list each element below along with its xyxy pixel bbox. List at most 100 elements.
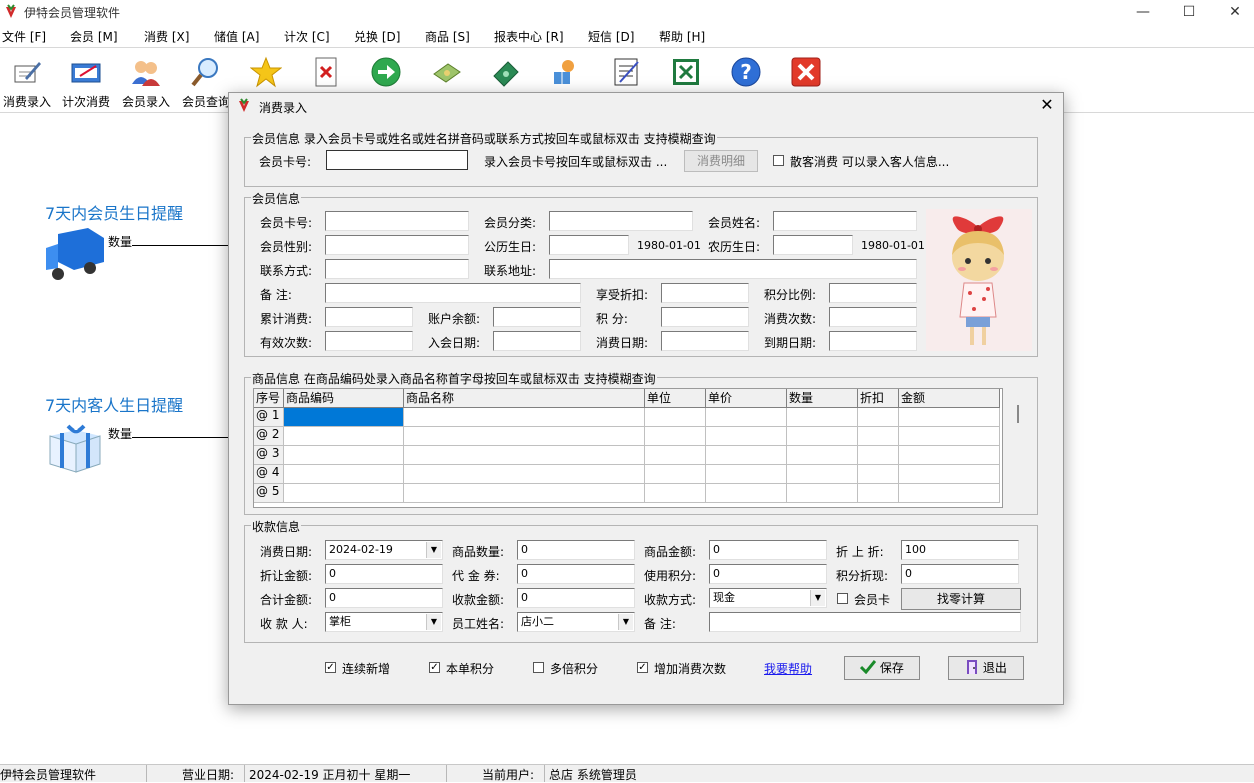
solar-birthday-field[interactable] [549, 235, 629, 255]
visits-field[interactable] [829, 307, 917, 327]
table-cell[interactable] [404, 446, 645, 465]
points-ratio-field[interactable] [829, 283, 917, 303]
minimize-button[interactable]: — [1120, 0, 1166, 24]
table-cell[interactable] [706, 484, 787, 503]
member-birthday-reminder-title[interactable]: 7天内会员生日提醒 [45, 200, 183, 224]
table-cell[interactable] [645, 446, 706, 465]
total-amount-field[interactable]: 0 [325, 588, 443, 608]
menu-sms[interactable]: 短信 [D] [588, 28, 634, 45]
consume-detail-button[interactable]: 消费明细 [684, 150, 758, 172]
table-cell[interactable] [284, 465, 404, 484]
table-cell[interactable] [899, 484, 1000, 503]
menu-stored-value[interactable]: 储值 [A] [214, 28, 259, 45]
payment-remark-field[interactable] [709, 612, 1021, 632]
toolbar-member-entry[interactable]: 会员录入 [117, 54, 175, 109]
table-cell[interactable] [787, 484, 858, 503]
table-cell[interactable] [284, 446, 404, 465]
table-cell[interactable] [645, 465, 706, 484]
menu-member[interactable]: 会员 [M] [70, 28, 118, 45]
save-button[interactable]: 保存 [844, 656, 920, 680]
add-visits-checkbox[interactable]: ✓ [637, 662, 648, 673]
member-name-field[interactable] [773, 211, 917, 231]
continuous-add-checkbox[interactable]: ✓ [325, 662, 336, 673]
menu-goods[interactable]: 商品 [S] [425, 28, 470, 45]
table-cell[interactable] [899, 427, 1000, 446]
table-cell[interactable] [858, 446, 899, 465]
contact-field[interactable] [325, 259, 469, 279]
table-cell[interactable] [284, 484, 404, 503]
table-cell[interactable] [787, 427, 858, 446]
table-cell[interactable] [858, 427, 899, 446]
staff-select[interactable]: 店小二 ▼ [517, 612, 635, 632]
table-cell[interactable] [284, 427, 404, 446]
table-cell[interactable] [404, 427, 645, 446]
menu-consume[interactable]: 消费 [X] [144, 28, 189, 45]
member-gender-field[interactable] [325, 235, 469, 255]
table-cell[interactable] [645, 427, 706, 446]
table-cell-selected[interactable] [284, 408, 404, 427]
table-cell[interactable] [787, 446, 858, 465]
menu-count[interactable]: 计次 [C] [284, 28, 330, 45]
member-card-field[interactable] [325, 211, 469, 231]
valid-count-field[interactable] [325, 331, 413, 351]
help-link[interactable]: 我要帮助 [764, 660, 812, 677]
member-category-field[interactable] [549, 211, 693, 231]
menu-file[interactable]: 文件 [F] [2, 28, 46, 45]
goods-amount-field[interactable]: 0 [709, 540, 827, 560]
lunar-birthday-field[interactable] [773, 235, 853, 255]
table-cell[interactable] [706, 446, 787, 465]
table-cell[interactable] [404, 465, 645, 484]
table-cell[interactable] [899, 465, 1000, 484]
exit-button[interactable]: 退出 [948, 656, 1024, 680]
chevron-down-icon[interactable]: ▼ [426, 542, 441, 558]
received-amount-field[interactable]: 0 [517, 588, 635, 608]
points-cash-field[interactable]: 0 [901, 564, 1019, 584]
remark-field[interactable] [325, 283, 581, 303]
multi-points-checkbox[interactable] [533, 662, 544, 673]
points-field[interactable] [661, 307, 749, 327]
menu-reports[interactable]: 报表中心 [R] [494, 28, 564, 45]
card-number-input[interactable] [326, 150, 468, 170]
discount-amount-field[interactable]: 0 [325, 564, 443, 584]
change-calc-button[interactable]: 找零计算 [901, 588, 1021, 610]
guest-consume-checkbox[interactable] [773, 155, 784, 166]
table-cell[interactable] [706, 408, 787, 427]
single-points-checkbox[interactable]: ✓ [429, 662, 440, 673]
table-cell[interactable] [858, 408, 899, 427]
toolbar-consume-entry[interactable]: 消费录入 [0, 54, 56, 109]
table-cell[interactable] [706, 427, 787, 446]
grid-scrollbar-thumb[interactable] [1017, 405, 1019, 423]
total-spend-field[interactable] [325, 307, 413, 327]
chevron-down-icon[interactable]: ▼ [810, 590, 825, 606]
guest-birthday-reminder-title[interactable]: 7天内客人生日提醒 [45, 392, 183, 416]
balance-field[interactable] [493, 307, 581, 327]
table-cell[interactable] [899, 408, 1000, 427]
table-cell[interactable] [645, 408, 706, 427]
goods-qty-field[interactable]: 0 [517, 540, 635, 560]
extra-discount-field[interactable]: 100 [901, 540, 1019, 560]
spend-date-field[interactable] [661, 331, 749, 351]
table-cell[interactable] [645, 484, 706, 503]
table-cell[interactable] [858, 484, 899, 503]
payment-method-select[interactable]: 现金 ▼ [709, 588, 827, 608]
expire-date-field[interactable] [829, 331, 917, 351]
table-cell[interactable] [404, 408, 645, 427]
voucher-field[interactable]: 0 [517, 564, 635, 584]
toolbar-member-query[interactable]: 会员查询 [177, 54, 235, 109]
table-cell[interactable] [858, 465, 899, 484]
goods-grid[interactable]: 序号 商品编码 商品名称 单位 单价 数量 折扣 金额 @ 1 @ 2 @ 3 [253, 388, 1003, 508]
chevron-down-icon[interactable]: ▼ [426, 614, 441, 630]
menu-exchange[interactable]: 兑换 [D] [354, 28, 400, 45]
table-cell[interactable] [787, 465, 858, 484]
join-date-field[interactable] [493, 331, 581, 351]
member-card-checkbox[interactable] [837, 593, 848, 604]
points-used-field[interactable]: 0 [709, 564, 827, 584]
table-cell[interactable] [899, 446, 1000, 465]
chevron-down-icon[interactable]: ▼ [618, 614, 633, 630]
dialog-close-button[interactable]: ✕ [1037, 95, 1057, 115]
address-field[interactable] [549, 259, 917, 279]
cashier-select[interactable]: 掌柜 ▼ [325, 612, 443, 632]
pay-spend-date-picker[interactable]: 2024-02-19 ▼ [325, 540, 443, 560]
table-cell[interactable] [706, 465, 787, 484]
discount-field[interactable] [661, 283, 749, 303]
